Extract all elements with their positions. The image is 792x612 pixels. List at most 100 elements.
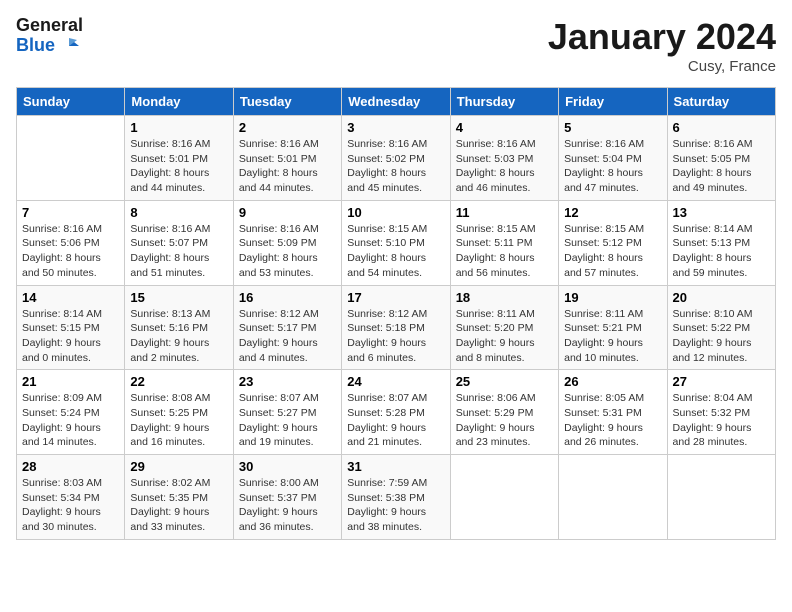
calendar-cell: 6 Sunrise: 8:16 AMSunset: 5:05 PMDayligh… <box>667 116 775 201</box>
day-info: Sunrise: 8:00 AMSunset: 5:37 PMDaylight:… <box>239 476 336 535</box>
day-number: 16 <box>239 290 336 305</box>
title-area: January 2024 Cusy, France <box>548 16 776 75</box>
day-info: Sunrise: 8:16 AMSunset: 5:09 PMDaylight:… <box>239 222 336 281</box>
logo-graphic: General Blue <box>16 16 83 56</box>
calendar-cell: 23 Sunrise: 8:07 AMSunset: 5:27 PMDaylig… <box>233 370 341 455</box>
day-number: 24 <box>347 374 444 389</box>
calendar-cell: 2 Sunrise: 8:16 AMSunset: 5:01 PMDayligh… <box>233 116 341 201</box>
day-info: Sunrise: 8:04 AMSunset: 5:32 PMDaylight:… <box>673 391 770 450</box>
day-number: 30 <box>239 459 336 474</box>
day-info: Sunrise: 8:11 AMSunset: 5:20 PMDaylight:… <box>456 307 553 366</box>
calendar-cell: 11 Sunrise: 8:15 AMSunset: 5:11 PMDaylig… <box>450 200 558 285</box>
day-number: 1 <box>130 120 227 135</box>
day-info: Sunrise: 8:12 AMSunset: 5:18 PMDaylight:… <box>347 307 444 366</box>
calendar-cell: 28 Sunrise: 8:03 AMSunset: 5:34 PMDaylig… <box>17 455 125 540</box>
calendar-cell: 14 Sunrise: 8:14 AMSunset: 5:15 PMDaylig… <box>17 285 125 370</box>
day-info: Sunrise: 8:06 AMSunset: 5:29 PMDaylight:… <box>456 391 553 450</box>
day-header-friday: Friday <box>559 88 667 116</box>
calendar-cell: 22 Sunrise: 8:08 AMSunset: 5:25 PMDaylig… <box>125 370 233 455</box>
day-number: 18 <box>456 290 553 305</box>
calendar-cell: 21 Sunrise: 8:09 AMSunset: 5:24 PMDaylig… <box>17 370 125 455</box>
calendar-cell: 12 Sunrise: 8:15 AMSunset: 5:12 PMDaylig… <box>559 200 667 285</box>
calendar-cell <box>559 455 667 540</box>
calendar-cell: 20 Sunrise: 8:10 AMSunset: 5:22 PMDaylig… <box>667 285 775 370</box>
logo-bird-icon <box>59 36 79 56</box>
calendar-cell: 31 Sunrise: 7:59 AMSunset: 5:38 PMDaylig… <box>342 455 450 540</box>
calendar-cell: 5 Sunrise: 8:16 AMSunset: 5:04 PMDayligh… <box>559 116 667 201</box>
calendar-cell: 1 Sunrise: 8:16 AMSunset: 5:01 PMDayligh… <box>125 116 233 201</box>
day-header-monday: Monday <box>125 88 233 116</box>
day-header-thursday: Thursday <box>450 88 558 116</box>
calendar-cell: 15 Sunrise: 8:13 AMSunset: 5:16 PMDaylig… <box>125 285 233 370</box>
calendar-cell: 18 Sunrise: 8:11 AMSunset: 5:20 PMDaylig… <box>450 285 558 370</box>
calendar-cell: 29 Sunrise: 8:02 AMSunset: 5:35 PMDaylig… <box>125 455 233 540</box>
day-info: Sunrise: 8:16 AMSunset: 5:02 PMDaylight:… <box>347 137 444 196</box>
day-number: 28 <box>22 459 119 474</box>
calendar-cell: 24 Sunrise: 8:07 AMSunset: 5:28 PMDaylig… <box>342 370 450 455</box>
calendar-cell: 17 Sunrise: 8:12 AMSunset: 5:18 PMDaylig… <box>342 285 450 370</box>
calendar-header-row: SundayMondayTuesdayWednesdayThursdayFrid… <box>17 88 776 116</box>
day-number: 12 <box>564 205 661 220</box>
day-info: Sunrise: 7:59 AMSunset: 5:38 PMDaylight:… <box>347 476 444 535</box>
day-number: 27 <box>673 374 770 389</box>
calendar-cell: 7 Sunrise: 8:16 AMSunset: 5:06 PMDayligh… <box>17 200 125 285</box>
day-info: Sunrise: 8:02 AMSunset: 5:35 PMDaylight:… <box>130 476 227 535</box>
day-info: Sunrise: 8:05 AMSunset: 5:31 PMDaylight:… <box>564 391 661 450</box>
day-number: 4 <box>456 120 553 135</box>
logo-general: General <box>16 16 83 36</box>
calendar-cell: 8 Sunrise: 8:16 AMSunset: 5:07 PMDayligh… <box>125 200 233 285</box>
day-info: Sunrise: 8:14 AMSunset: 5:13 PMDaylight:… <box>673 222 770 281</box>
location: Cusy, France <box>548 58 776 75</box>
logo-blue: Blue <box>16 36 83 56</box>
day-info: Sunrise: 8:16 AMSunset: 5:01 PMDaylight:… <box>130 137 227 196</box>
page-header: General Blue January 2024 Cusy, France <box>16 16 776 75</box>
calendar-cell: 27 Sunrise: 8:04 AMSunset: 5:32 PMDaylig… <box>667 370 775 455</box>
calendar-table: SundayMondayTuesdayWednesdayThursdayFrid… <box>16 87 776 540</box>
week-row-4: 21 Sunrise: 8:09 AMSunset: 5:24 PMDaylig… <box>17 370 776 455</box>
day-info: Sunrise: 8:16 AMSunset: 5:04 PMDaylight:… <box>564 137 661 196</box>
calendar-cell: 26 Sunrise: 8:05 AMSunset: 5:31 PMDaylig… <box>559 370 667 455</box>
calendar-cell <box>667 455 775 540</box>
day-number: 31 <box>347 459 444 474</box>
day-info: Sunrise: 8:16 AMSunset: 5:06 PMDaylight:… <box>22 222 119 281</box>
logo: General Blue <box>16 16 83 56</box>
day-number: 14 <box>22 290 119 305</box>
day-info: Sunrise: 8:15 AMSunset: 5:12 PMDaylight:… <box>564 222 661 281</box>
day-number: 26 <box>564 374 661 389</box>
day-number: 23 <box>239 374 336 389</box>
day-header-saturday: Saturday <box>667 88 775 116</box>
calendar-cell: 30 Sunrise: 8:00 AMSunset: 5:37 PMDaylig… <box>233 455 341 540</box>
day-info: Sunrise: 8:07 AMSunset: 5:27 PMDaylight:… <box>239 391 336 450</box>
day-number: 8 <box>130 205 227 220</box>
day-info: Sunrise: 8:16 AMSunset: 5:03 PMDaylight:… <box>456 137 553 196</box>
calendar-cell: 4 Sunrise: 8:16 AMSunset: 5:03 PMDayligh… <box>450 116 558 201</box>
day-info: Sunrise: 8:16 AMSunset: 5:01 PMDaylight:… <box>239 137 336 196</box>
month-title: January 2024 <box>548 16 776 58</box>
day-number: 2 <box>239 120 336 135</box>
day-number: 7 <box>22 205 119 220</box>
day-number: 11 <box>456 205 553 220</box>
calendar-cell: 10 Sunrise: 8:15 AMSunset: 5:10 PMDaylig… <box>342 200 450 285</box>
day-number: 9 <box>239 205 336 220</box>
calendar-cell <box>17 116 125 201</box>
day-number: 19 <box>564 290 661 305</box>
day-header-wednesday: Wednesday <box>342 88 450 116</box>
day-number: 15 <box>130 290 227 305</box>
day-info: Sunrise: 8:14 AMSunset: 5:15 PMDaylight:… <box>22 307 119 366</box>
day-number: 21 <box>22 374 119 389</box>
week-row-2: 7 Sunrise: 8:16 AMSunset: 5:06 PMDayligh… <box>17 200 776 285</box>
day-header-sunday: Sunday <box>17 88 125 116</box>
week-row-1: 1 Sunrise: 8:16 AMSunset: 5:01 PMDayligh… <box>17 116 776 201</box>
day-info: Sunrise: 8:16 AMSunset: 5:05 PMDaylight:… <box>673 137 770 196</box>
day-info: Sunrise: 8:16 AMSunset: 5:07 PMDaylight:… <box>130 222 227 281</box>
day-number: 29 <box>130 459 227 474</box>
calendar-cell <box>450 455 558 540</box>
day-number: 3 <box>347 120 444 135</box>
day-number: 6 <box>673 120 770 135</box>
day-info: Sunrise: 8:12 AMSunset: 5:17 PMDaylight:… <box>239 307 336 366</box>
day-info: Sunrise: 8:13 AMSunset: 5:16 PMDaylight:… <box>130 307 227 366</box>
day-number: 5 <box>564 120 661 135</box>
day-number: 20 <box>673 290 770 305</box>
calendar-cell: 13 Sunrise: 8:14 AMSunset: 5:13 PMDaylig… <box>667 200 775 285</box>
calendar-cell: 25 Sunrise: 8:06 AMSunset: 5:29 PMDaylig… <box>450 370 558 455</box>
